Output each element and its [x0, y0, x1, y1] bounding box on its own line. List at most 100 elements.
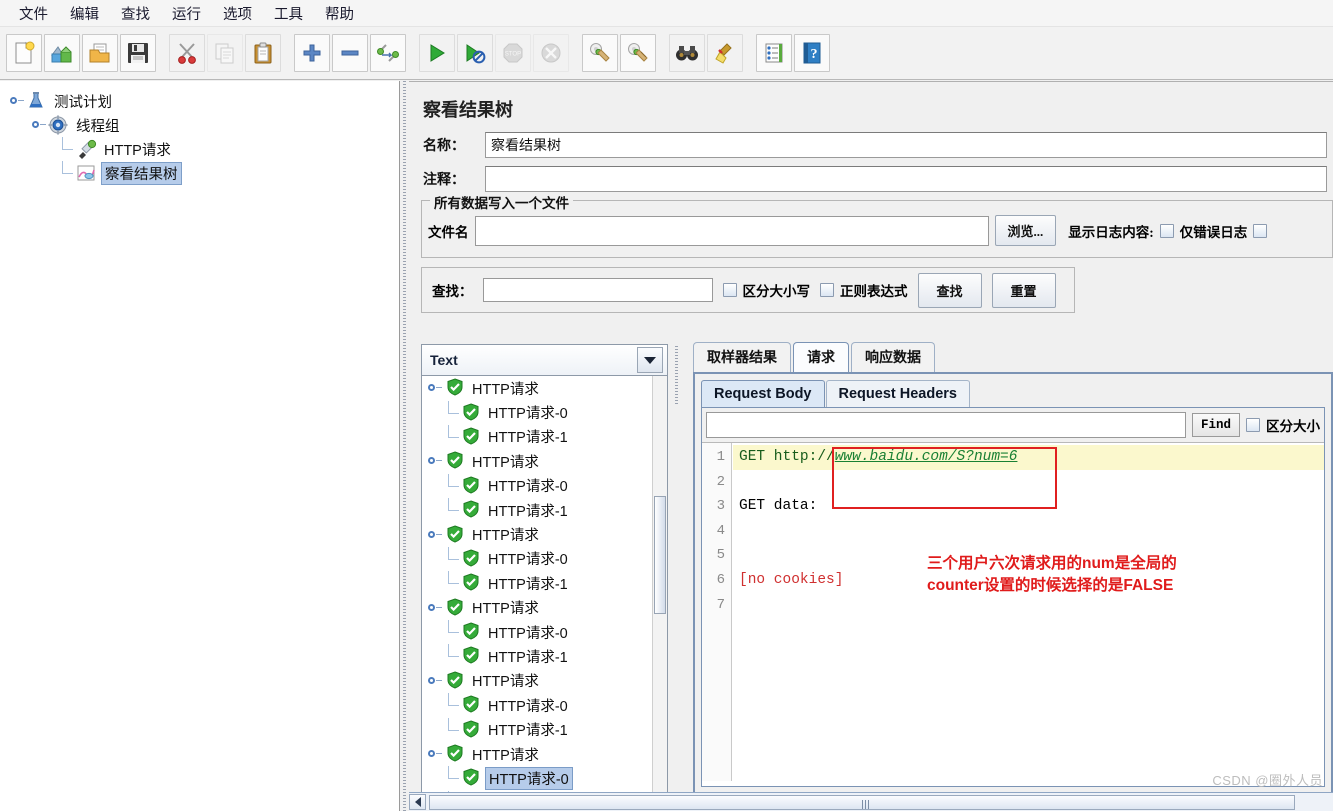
chevron-down-icon[interactable]: [637, 347, 663, 373]
main-splitter[interactable]: [400, 81, 409, 811]
start-button[interactable]: [419, 34, 455, 72]
renderer-combo[interactable]: Text: [421, 344, 668, 376]
results-tree-row[interactable]: HTTP请求-0: [422, 547, 652, 571]
menu-run[interactable]: 运行: [161, 0, 212, 27]
checkbox-box[interactable]: [1246, 418, 1260, 432]
scrollbar-thumb[interactable]: [654, 496, 666, 614]
menu-tools[interactable]: 工具: [263, 0, 314, 27]
menu-options[interactable]: 选项: [212, 0, 263, 27]
results-tree-row[interactable]: HTTP请求-1: [422, 571, 652, 595]
code-text: GET data:: [739, 498, 817, 514]
results-tree-group-row[interactable]: HTTP请求: [422, 376, 652, 400]
expand-handle[interactable]: [428, 601, 442, 615]
new-button[interactable]: [6, 34, 42, 72]
checkbox-box[interactable]: [820, 283, 834, 297]
expand-handle[interactable]: [428, 747, 442, 761]
tree-node-thread-group[interactable]: 线程组: [8, 113, 399, 137]
menu-edit[interactable]: 编辑: [59, 0, 110, 27]
results-tree-row[interactable]: HTTP请求-0: [422, 474, 652, 498]
expand-button[interactable]: [294, 34, 330, 72]
copy-button[interactable]: [207, 34, 243, 72]
help-button[interactable]: ?: [794, 34, 830, 72]
tab-response-data[interactable]: 响应数据: [851, 342, 935, 372]
expand-handle[interactable]: [10, 94, 24, 108]
successes-only-checkbox[interactable]: [1253, 224, 1267, 238]
request-url-link[interactable]: www.baidu.com/S?num=6: [835, 449, 1018, 465]
checkbox-box[interactable]: [1160, 224, 1174, 238]
expand-handle[interactable]: [32, 118, 46, 132]
results-tree-row[interactable]: HTTP请求-0: [422, 400, 652, 424]
cut-button[interactable]: [169, 34, 205, 72]
subtab-request-body[interactable]: Request Body: [701, 380, 825, 407]
tree-node-view-results-tree[interactable]: 察看结果树: [8, 161, 399, 185]
results-tree-row[interactable]: HTTP请求-1: [422, 498, 652, 522]
checkbox-label: 正则表达式: [840, 280, 908, 300]
open-button[interactable]: [82, 34, 118, 72]
comment-input[interactable]: [485, 166, 1327, 192]
results-tree-row[interactable]: HTTP请求-0: [422, 620, 652, 644]
clear-all-button[interactable]: [620, 34, 656, 72]
save-button[interactable]: [120, 34, 156, 72]
results-tree-group-row[interactable]: HTTP请求: [422, 596, 652, 620]
svg-text:STOP: STOP: [505, 52, 521, 58]
function-helper-button[interactable]: [756, 34, 792, 72]
clear-button[interactable]: [582, 34, 618, 72]
filename-input[interactable]: [475, 216, 989, 246]
tab-scroll-handle[interactable]: [675, 346, 687, 406]
code-line: GET http://www.baidu.com/S?num=6: [733, 445, 1324, 470]
code-view[interactable]: 1234567 GET http://www.baidu.com/S?num=6…: [702, 443, 1324, 781]
subtab-request-headers[interactable]: Request Headers: [826, 380, 970, 407]
scrollbar-thumb[interactable]: [429, 795, 1295, 810]
find-input[interactable]: [706, 412, 1186, 438]
search-find-button[interactable]: 查找: [918, 273, 982, 308]
regex-checkbox[interactable]: 正则表达式: [820, 280, 908, 300]
paste-button[interactable]: [245, 34, 281, 72]
search-input[interactable]: [483, 278, 713, 302]
results-tree-row[interactable]: HTTP请求-0: [422, 693, 652, 717]
reset-search-button[interactable]: [707, 34, 743, 72]
results-tree[interactable]: HTTP请求HTTP请求-0HTTP请求-1HTTP请求HTTP请求-0HTTP…: [421, 376, 668, 794]
tree-node-http-request[interactable]: HTTP请求: [8, 137, 399, 161]
results-tree-row[interactable]: HTTP请求-1: [422, 717, 652, 741]
search-reset-button[interactable]: 重置: [992, 273, 1056, 308]
toolbar-group-edit: [169, 34, 283, 72]
errors-only-checkbox[interactable]: 仅错误日志: [1160, 221, 1248, 241]
expand-handle[interactable]: [428, 674, 442, 688]
scroll-left-arrow[interactable]: [409, 794, 426, 810]
checkbox-box[interactable]: [723, 283, 737, 297]
results-tree-group-row[interactable]: HTTP请求: [422, 742, 652, 766]
browse-button[interactable]: 浏览...: [995, 215, 1057, 246]
menu-help[interactable]: 帮助: [314, 0, 365, 27]
success-shield-icon: [462, 622, 480, 642]
start-no-pauses-button[interactable]: [457, 34, 493, 72]
results-tree-group-row[interactable]: HTTP请求: [422, 522, 652, 546]
results-tree-row[interactable]: HTTP请求-1: [422, 425, 652, 449]
collapse-button[interactable]: [332, 34, 368, 72]
tree-node-test-plan[interactable]: 测试计划: [8, 89, 399, 113]
menu-search[interactable]: 查找: [110, 0, 161, 27]
find-case-sensitive-checkbox[interactable]: 区分大小: [1246, 415, 1320, 435]
name-input[interactable]: 察看结果树: [485, 132, 1327, 158]
results-tree-row[interactable]: HTTP请求-1: [422, 644, 652, 668]
search-button[interactable]: [669, 34, 705, 72]
expand-handle[interactable]: [428, 381, 442, 395]
toggle-button[interactable]: [370, 34, 406, 72]
expand-handle[interactable]: [428, 528, 442, 542]
results-tree-group-row[interactable]: HTTP请求: [422, 449, 652, 473]
templates-button[interactable]: [44, 34, 80, 72]
results-tree-vertical-scrollbar[interactable]: [652, 376, 667, 794]
shutdown-button[interactable]: [533, 34, 569, 72]
results-tree-row[interactable]: HTTP请求-0: [422, 766, 652, 790]
tab-request[interactable]: 请求: [793, 342, 849, 372]
tab-sampler-result[interactable]: 取样器结果: [693, 342, 791, 372]
results-tree-label: HTTP请求-1: [485, 500, 571, 521]
horizontal-scrollbar[interactable]: [409, 792, 1333, 811]
sampler-detail-panel: 取样器结果 请求 响应数据 Request Body Request Heade…: [693, 344, 1333, 794]
expand-handle[interactable]: [428, 454, 442, 468]
results-tree-group-row[interactable]: HTTP请求: [422, 669, 652, 693]
find-button[interactable]: Find: [1192, 413, 1240, 437]
stop-button[interactable]: STOP: [495, 34, 531, 72]
case-sensitive-checkbox[interactable]: 区分大小写: [723, 280, 811, 300]
checkbox-box[interactable]: [1253, 224, 1267, 238]
menu-file[interactable]: 文件: [8, 0, 59, 27]
